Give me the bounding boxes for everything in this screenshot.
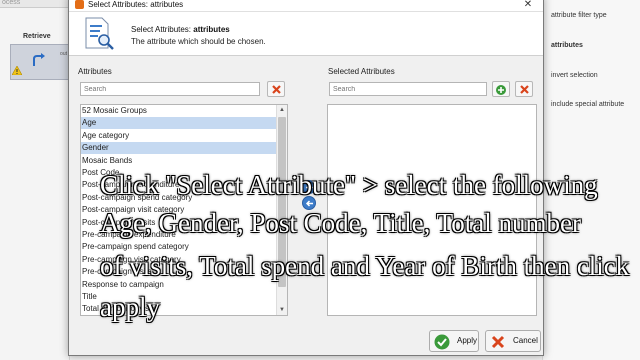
attribute-list-item[interactable]: Pre-campaign expenditure: [81, 229, 277, 241]
clear-icon: [519, 85, 529, 94]
move-left-button[interactable]: [302, 196, 316, 210]
process-canvas: ocess Retrieve out: [0, 0, 70, 360]
move-right-button[interactable]: [302, 180, 316, 194]
scrollbar-thumb[interactable]: [278, 117, 286, 287]
attribute-list-item[interactable]: Post-campaign expenditure: [81, 179, 277, 191]
attribute-list-item[interactable]: Mosaic Bands: [81, 155, 277, 167]
cancel-button[interactable]: Cancel: [485, 330, 541, 352]
attribute-list-item[interactable]: Post-campaign visits: [81, 217, 277, 229]
app-icon: [75, 0, 84, 9]
attribute-list-item[interactable]: Age: [81, 117, 277, 130]
output-port-label: out: [60, 51, 67, 57]
selected-attributes-list[interactable]: [327, 104, 537, 316]
scroll-down-icon[interactable]: ▼: [277, 305, 287, 315]
param-include-special[interactable]: include special attribute: [551, 101, 624, 108]
attribute-list-item[interactable]: Pre-campaign visit category: [81, 254, 277, 266]
cancel-icon: [491, 335, 505, 349]
attribute-list-item[interactable]: Gender: [81, 142, 277, 155]
attribute-list-item[interactable]: Pre-campaign visits: [81, 266, 277, 278]
clear-attributes-search-button[interactable]: [267, 81, 285, 97]
param-invert-selection[interactable]: invert selection: [551, 72, 598, 79]
selected-attributes-label: Selected Attributes: [328, 67, 395, 76]
process-tab-label: ocess: [2, 0, 21, 6]
clear-selected-search-button[interactable]: [515, 81, 533, 97]
attribute-list-item[interactable]: Post-campaign spend category: [81, 192, 277, 204]
plus-icon: [496, 85, 506, 95]
arrow-right-icon: [306, 184, 314, 191]
apply-button[interactable]: Apply: [429, 330, 479, 352]
header-title-bold: attributes: [193, 25, 230, 34]
check-icon: [434, 334, 450, 350]
clear-icon: [271, 85, 281, 94]
select-attributes-dialog: Select Attributes: attributes ✕ Select A…: [68, 0, 544, 356]
header-subtitle: The attribute which should be chosen.: [131, 37, 266, 46]
close-button[interactable]: ✕: [513, 0, 543, 12]
process-tab[interactable]: ocess: [0, 0, 70, 8]
scroll-up-icon[interactable]: ▲: [277, 105, 287, 115]
attribute-list-item[interactable]: Pre-campaign spend category: [81, 241, 277, 253]
param-attributes[interactable]: attributes: [551, 42, 583, 49]
header-title-prefix: Select Attributes:: [131, 25, 194, 34]
select-attributes-icon: [85, 17, 114, 50]
attribute-list-item[interactable]: Age category: [81, 130, 277, 142]
retrieve-operator-label: Retrieve: [23, 33, 51, 40]
attribute-list-item[interactable]: Total number of visits: [81, 303, 277, 315]
param-filter-type: attribute filter type: [551, 12, 607, 19]
retrieve-icon: [33, 53, 45, 66]
add-attribute-button[interactable]: [492, 81, 510, 97]
cancel-label: Cancel: [513, 336, 538, 345]
dialog-header: Select Attributes: attributes The attrib…: [69, 12, 543, 56]
attribute-list-item[interactable]: Post Code: [81, 167, 277, 179]
attribute-list-item[interactable]: 52 Mosaic Groups: [81, 105, 277, 117]
apply-label: Apply: [457, 336, 478, 345]
header-title: Select Attributes: attributes: [131, 25, 230, 34]
attributes-search-input[interactable]: [80, 82, 260, 96]
parameters-panel: attribute filter type attributes invert …: [542, 0, 640, 360]
attribute-list-item[interactable]: Title: [81, 291, 277, 303]
arrow-left-icon: [305, 200, 313, 207]
warning-icon: [12, 66, 22, 75]
attributes-scrollbar[interactable]: ▲ ▼: [276, 105, 287, 315]
dialog-titlebar[interactable]: Select Attributes: attributes ✕: [69, 0, 543, 12]
attribute-list-item[interactable]: Post-campaign visit category: [81, 204, 277, 216]
attribute-list-item[interactable]: Response to campaign: [81, 279, 277, 291]
attributes-label: Attributes: [78, 67, 112, 76]
dialog-title: Select Attributes: attributes: [88, 0, 184, 9]
selected-search-input[interactable]: [329, 82, 487, 96]
attributes-list[interactable]: 52 Mosaic Groups Age Age category Gender Mos…: [80, 104, 288, 316]
